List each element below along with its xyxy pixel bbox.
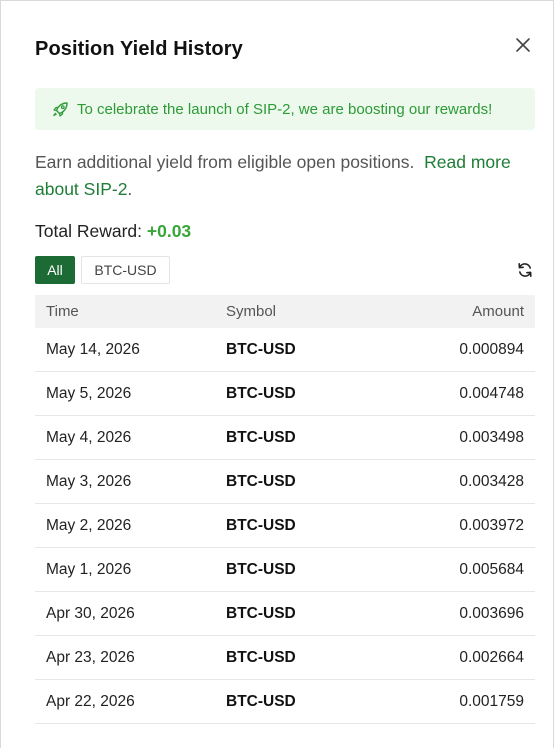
cell-amount: 0.002664 — [459, 648, 524, 666]
cell-amount: 0.003696 — [459, 604, 524, 622]
cell-amount: 0.000894 — [459, 340, 524, 358]
table-row: May 5, 2026 BTC-USD 0.004748 — [35, 372, 535, 416]
column-header-amount: Amount — [472, 303, 524, 320]
yield-table: Time Symbol Amount May 14, 2026 BTC-USD … — [35, 295, 535, 724]
filter-all-button[interactable]: All — [35, 256, 75, 284]
description-suffix: . — [127, 179, 133, 199]
cell-symbol: BTC-USD — [226, 384, 296, 402]
cell-time: May 3, 2026 — [46, 472, 132, 490]
cell-symbol: BTC-USD — [226, 692, 296, 710]
cell-amount: 0.005684 — [459, 560, 524, 578]
table-row: May 4, 2026 BTC-USD 0.003498 — [35, 416, 535, 460]
cell-time: May 4, 2026 — [46, 428, 132, 446]
total-reward-label: Total Reward: — [35, 221, 142, 241]
close-icon — [516, 38, 530, 52]
symbol-filter: All BTC-USD — [35, 256, 170, 284]
cell-amount: 0.004748 — [459, 384, 524, 402]
total-reward-value: +0.03 — [146, 221, 192, 241]
table-row: Apr 30, 2026 BTC-USD 0.003696 — [35, 592, 535, 636]
table-row: May 1, 2026 BTC-USD 0.005684 — [35, 548, 535, 592]
description-text: Earn additional yield from eligible open… — [35, 152, 415, 172]
column-header-time: Time — [46, 303, 79, 320]
cell-time: Apr 22, 2026 — [46, 692, 135, 710]
cell-symbol: BTC-USD — [226, 604, 296, 622]
cell-symbol: BTC-USD — [226, 340, 296, 358]
banner-text: To celebrate the launch of SIP-2, we are… — [77, 100, 493, 118]
cell-amount: 0.003498 — [459, 428, 524, 446]
column-header-symbol: Symbol — [226, 303, 277, 320]
table-row: May 3, 2026 BTC-USD 0.003428 — [35, 460, 535, 504]
table-row: May 14, 2026 BTC-USD 0.000894 — [35, 328, 535, 372]
table-row: Apr 22, 2026 BTC-USD 0.001759 — [35, 680, 535, 724]
cell-symbol: BTC-USD — [226, 428, 296, 446]
table-row: Apr 23, 2026 BTC-USD 0.002664 — [35, 636, 535, 680]
close-button[interactable] — [513, 35, 533, 55]
table-row: May 2, 2026 BTC-USD 0.003972 — [35, 504, 535, 548]
rocket-icon — [52, 101, 69, 118]
cell-time: May 14, 2026 — [46, 340, 140, 358]
cell-time: Apr 30, 2026 — [46, 604, 135, 622]
cell-time: May 1, 2026 — [46, 560, 132, 578]
promo-banner: To celebrate the launch of SIP-2, we are… — [35, 88, 535, 130]
cell-symbol: BTC-USD — [226, 472, 296, 490]
cell-symbol: BTC-USD — [226, 516, 296, 534]
modal-title: Position Yield History — [35, 38, 243, 60]
description: Earn additional yield from eligible open… — [35, 149, 535, 203]
cell-symbol: BTC-USD — [226, 560, 296, 578]
table-header: Time Symbol Amount — [35, 295, 535, 328]
table-body: May 14, 2026 BTC-USD 0.000894 May 5, 202… — [35, 328, 535, 724]
refresh-icon — [518, 263, 532, 277]
cell-time: May 2, 2026 — [46, 516, 132, 534]
total-reward: Total Reward: +0.03 — [35, 221, 191, 242]
filter-btc-usd-button[interactable]: BTC-USD — [81, 256, 170, 284]
yield-history-modal: Position Yield History To celebrate the … — [0, 0, 554, 748]
cell-amount: 0.003428 — [459, 472, 524, 490]
cell-time: Apr 23, 2026 — [46, 648, 135, 666]
cell-time: May 5, 2026 — [46, 384, 132, 402]
cell-symbol: BTC-USD — [226, 648, 296, 666]
cell-amount: 0.001759 — [459, 692, 524, 710]
refresh-button[interactable] — [516, 261, 534, 279]
cell-amount: 0.003972 — [459, 516, 524, 534]
